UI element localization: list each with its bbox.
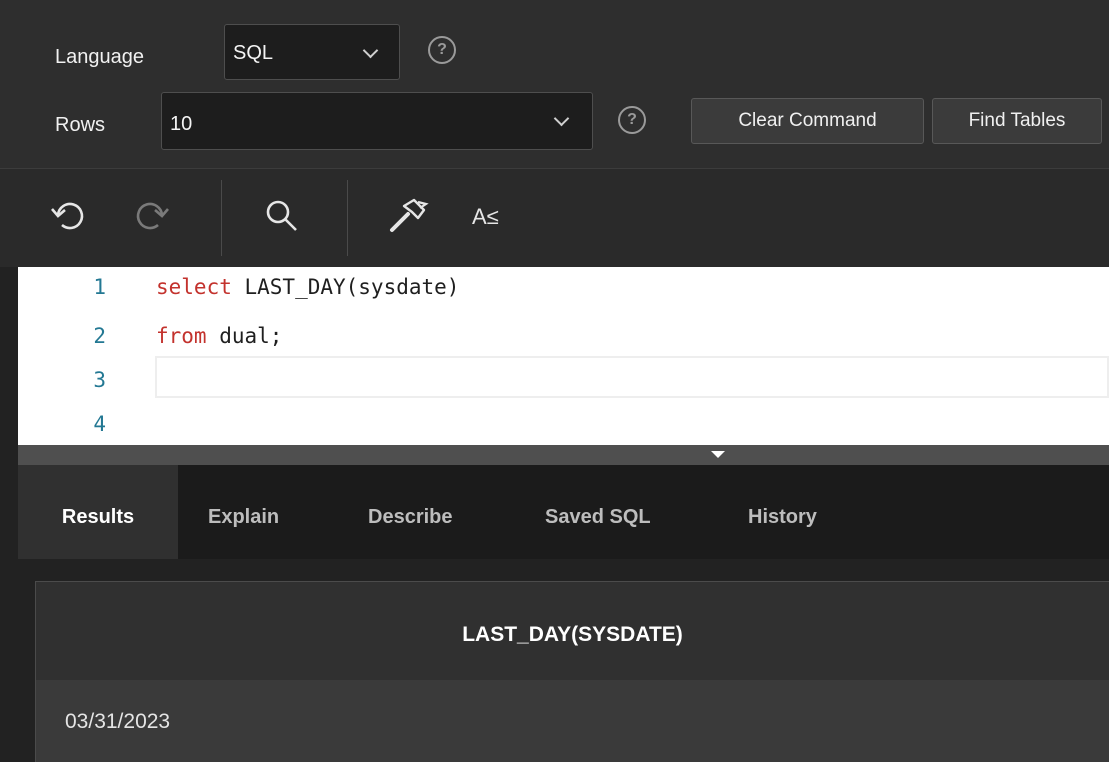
sql-keyword: from — [156, 324, 207, 348]
rows-help-icon[interactable]: ? — [618, 106, 646, 134]
column-header-label: LAST_DAY(SYSDATE) — [462, 623, 683, 646]
tab-describe[interactable]: Describe — [368, 465, 453, 559]
language-help-icon[interactable]: ? — [428, 36, 456, 64]
undo-icon[interactable] — [50, 196, 90, 236]
autocomplete-icon[interactable]: A≤ — [472, 204, 499, 230]
line-number: 2 — [93, 324, 106, 348]
sql-keyword: select — [156, 275, 232, 299]
chevron-down-icon — [362, 42, 379, 59]
sql-commands-app: Language SQL ? Rows 10 ? Clear Command F… — [0, 0, 1109, 762]
hammer-icon[interactable] — [386, 194, 430, 238]
toolbar-divider — [347, 180, 348, 256]
line-number: 1 — [93, 275, 106, 299]
code-line-1: select LAST_DAY(sysdate) — [156, 275, 459, 299]
rows-label: Rows — [55, 114, 106, 136]
redo-icon[interactable] — [132, 196, 172, 236]
language-select-value: SQL — [233, 42, 274, 64]
editor-results-splitter[interactable] — [18, 445, 1109, 465]
rows-select[interactable]: 10 — [161, 92, 593, 150]
results-tabs: Results Explain Describe Saved SQL Histo… — [18, 465, 1109, 559]
sql-text: dual; — [206, 324, 283, 348]
language-select[interactable]: SQL — [224, 24, 400, 80]
clear-command-button[interactable]: Clear Command — [691, 98, 924, 144]
command-toolbar: Language SQL ? Rows 10 ? Clear Command F… — [0, 0, 1109, 169]
code-line-2: from dual; — [156, 324, 282, 348]
code-editor[interactable]: 1 2 3 4 select LAST_DAY(sysdate) from du… — [18, 267, 1109, 445]
current-line-highlight — [155, 356, 1109, 398]
line-number: 3 — [93, 368, 106, 392]
search-icon[interactable] — [262, 196, 302, 236]
sql-text: LAST_DAY(sysdate) — [231, 275, 460, 299]
results-panel: LAST_DAY(SYSDATE) 03/31/2023 — [18, 559, 1109, 762]
find-tables-button[interactable]: Find Tables — [932, 98, 1102, 144]
results-grid: LAST_DAY(SYSDATE) 03/31/2023 — [35, 581, 1109, 762]
tab-results[interactable]: Results — [18, 465, 178, 559]
rows-select-value: 10 — [170, 113, 193, 135]
tab-saved-sql[interactable]: Saved SQL — [545, 465, 651, 559]
collapse-arrow-icon[interactable] — [711, 451, 725, 458]
chevron-down-icon — [553, 110, 570, 127]
table-row[interactable]: 03/31/2023 — [36, 680, 1109, 762]
tab-history[interactable]: History — [748, 465, 817, 559]
toolbar-divider — [221, 180, 222, 256]
language-label: Language — [55, 46, 144, 68]
tab-explain[interactable]: Explain — [208, 465, 279, 559]
line-gutter: 1 2 3 4 — [18, 267, 138, 445]
line-number: 4 — [93, 412, 106, 436]
column-header[interactable]: LAST_DAY(SYSDATE) — [36, 582, 1109, 681]
table-cell: 03/31/2023 — [65, 710, 171, 733]
